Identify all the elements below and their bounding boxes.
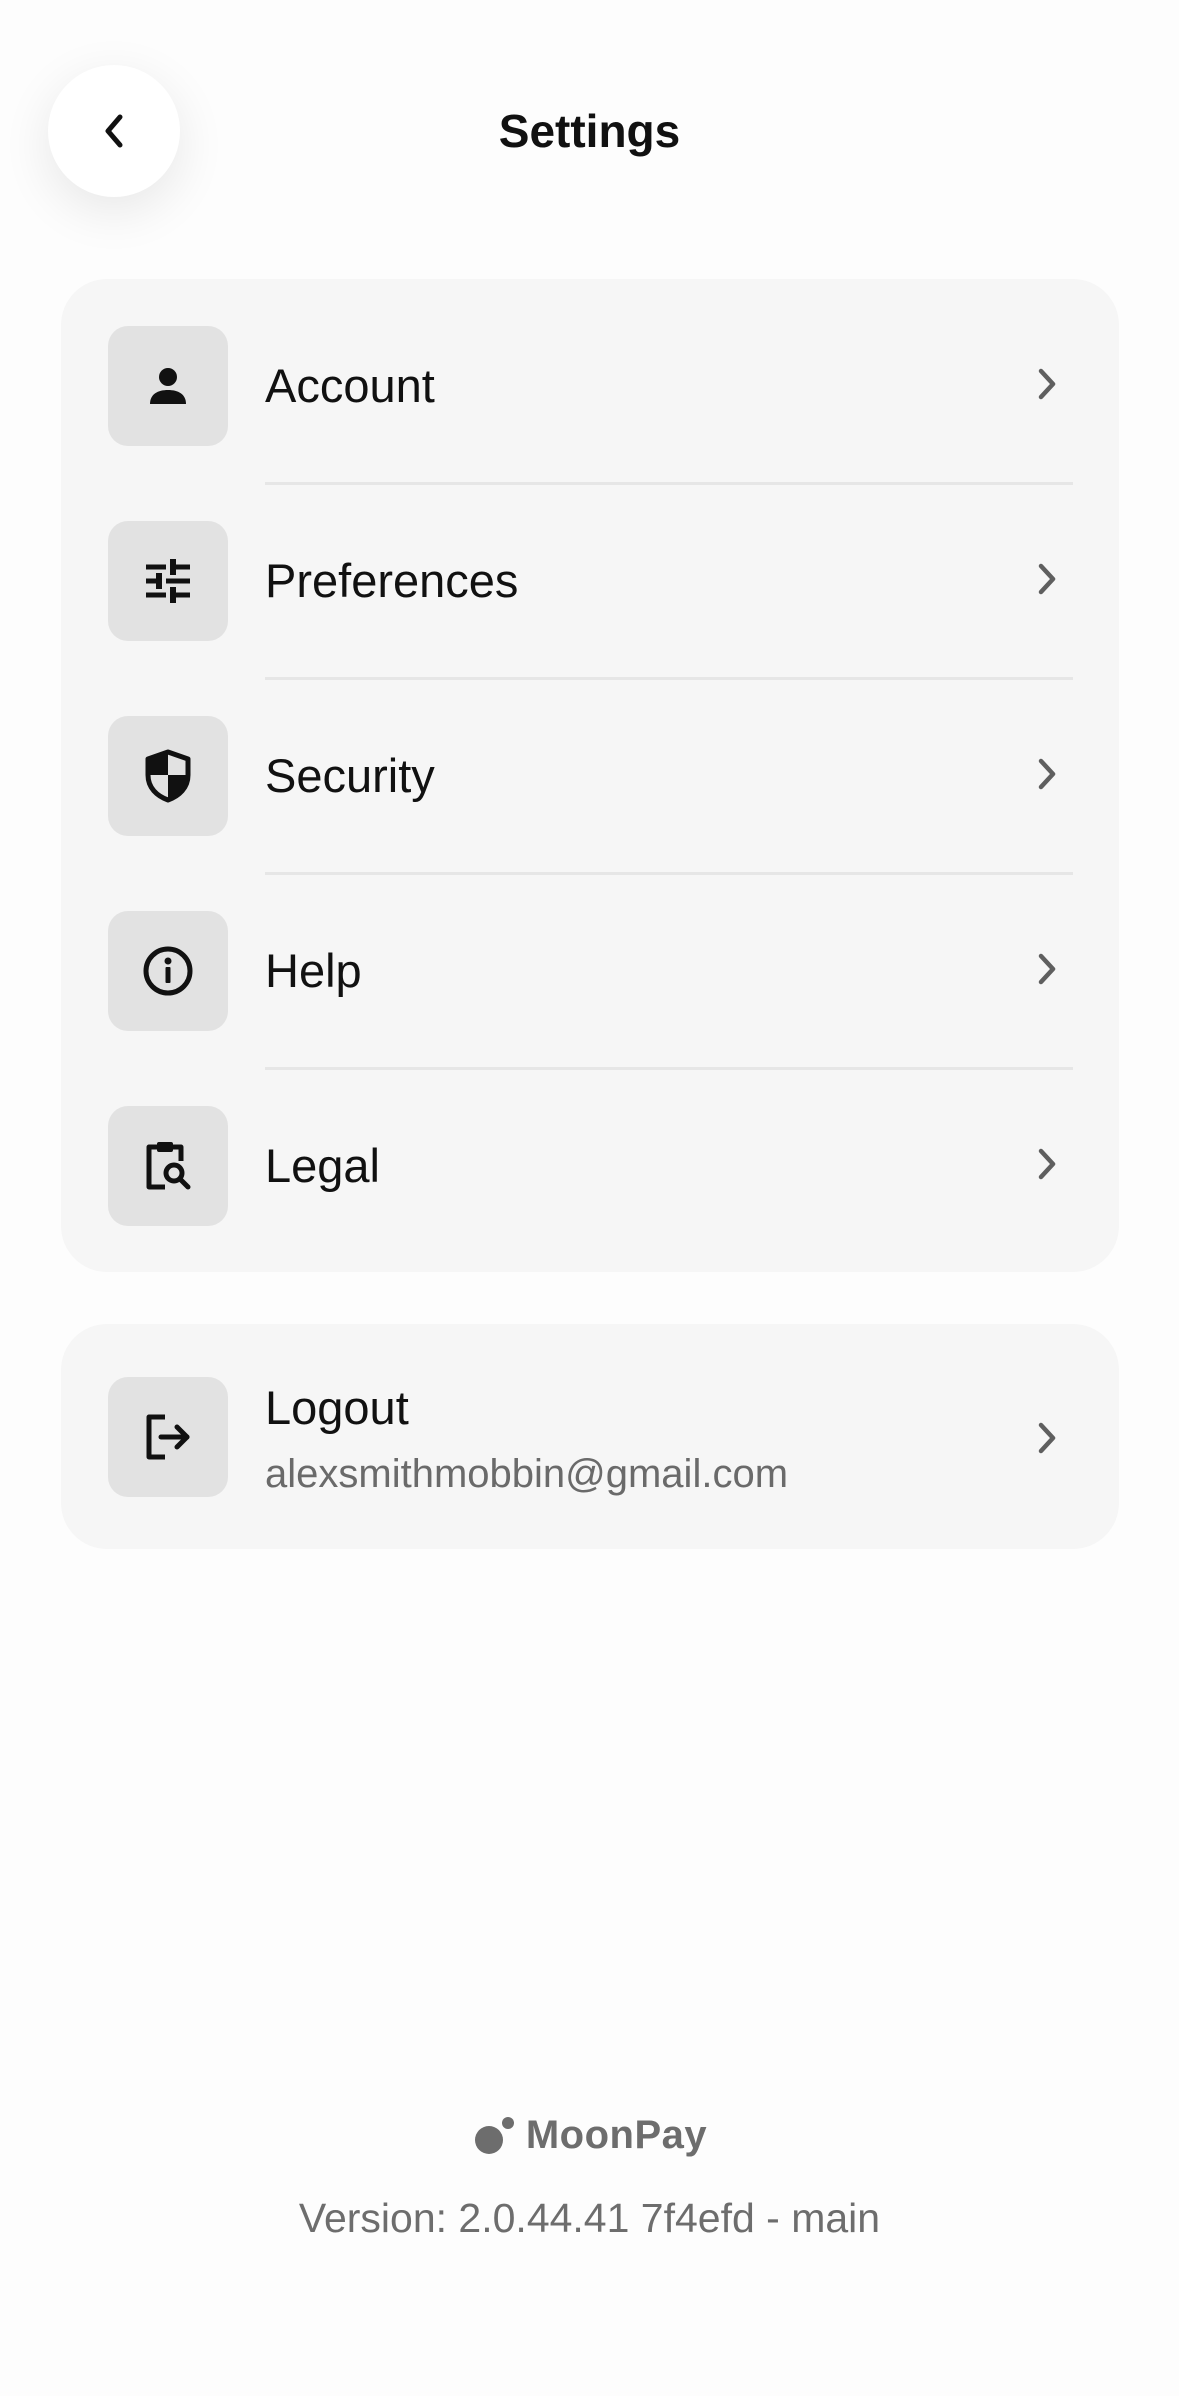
help-icon-tile bbox=[108, 911, 228, 1031]
menu-item-help[interactable]: Help bbox=[61, 864, 1119, 1059]
chevron-right-icon bbox=[1035, 560, 1059, 598]
menu-item-label: Help bbox=[265, 944, 362, 997]
logout-label: Logout bbox=[265, 1381, 409, 1434]
menu-item-label: Preferences bbox=[265, 554, 519, 607]
menu-item-label: Security bbox=[265, 749, 435, 802]
menu-item-label: Account bbox=[265, 359, 435, 412]
page-title: Settings bbox=[498, 105, 681, 157]
chevron-right-icon bbox=[1035, 365, 1059, 403]
info-icon bbox=[143, 946, 193, 996]
menu-item-legal[interactable]: Legal bbox=[61, 1059, 1119, 1254]
shield-icon bbox=[145, 749, 191, 803]
menu-item-account[interactable]: Account bbox=[61, 279, 1119, 474]
chevron-right-icon bbox=[1035, 1145, 1059, 1183]
chevron-right-icon bbox=[1035, 950, 1059, 988]
moonpay-logo-icon bbox=[474, 2116, 514, 2154]
logout-icon bbox=[146, 1414, 190, 1460]
settings-menu-card: Account Preferences Security Help Legal bbox=[61, 279, 1119, 1272]
menu-item-preferences[interactable]: Preferences bbox=[61, 474, 1119, 669]
account-icon-tile bbox=[108, 326, 228, 446]
person-icon bbox=[150, 368, 186, 404]
version-text: Version: 2.0.44.41 7f4efd - main bbox=[298, 2195, 881, 2241]
logout-icon-tile bbox=[108, 1377, 228, 1497]
security-icon-tile bbox=[108, 716, 228, 836]
menu-item-label: Legal bbox=[265, 1139, 380, 1192]
account-email: alexsmithmobbin@gmail.com bbox=[265, 1452, 789, 1496]
menu-item-security[interactable]: Security bbox=[61, 669, 1119, 864]
sliders-icon bbox=[146, 559, 190, 603]
brand-logo: MoonPay bbox=[0, 2113, 1179, 2158]
legal-icon-tile bbox=[108, 1106, 228, 1226]
clipboard-search-icon bbox=[146, 1142, 191, 1190]
brand-name: MoonPay bbox=[525, 2113, 708, 2157]
preferences-icon-tile bbox=[108, 521, 228, 641]
chevron-right-icon bbox=[1035, 1419, 1059, 1457]
logout-card[interactable]: Logout alexsmithmobbin@gmail.com bbox=[61, 1324, 1119, 1549]
chevron-right-icon bbox=[1035, 755, 1059, 793]
